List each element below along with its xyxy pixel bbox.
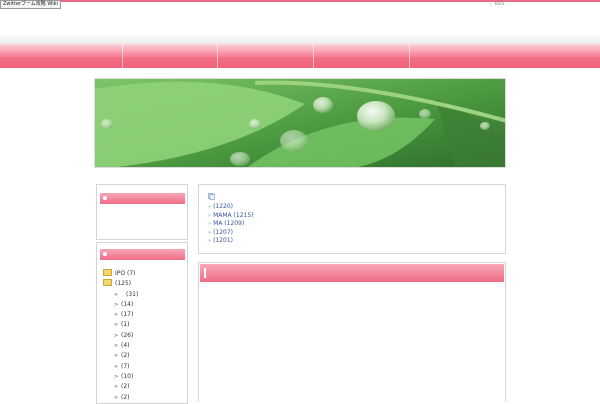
archive-item[interactable]: » (1201) — [208, 237, 253, 246]
arrow-icon: > — [114, 353, 119, 360]
arrow-icon: > — [114, 343, 119, 350]
folder-icon — [103, 269, 112, 276]
folder-icon — [103, 279, 112, 287]
monthly-archive-box: » (1220) » MAMA (1215) » MA (1209) » (1207) … — [198, 184, 506, 254]
rss-separator: | — [490, 1, 492, 7]
category-item[interactable]: IPO (7) — [103, 269, 136, 279]
bullet-icon — [103, 196, 107, 200]
nav-divider — [217, 44, 218, 68]
nav-divider — [122, 44, 123, 68]
categories-header — [100, 249, 185, 260]
arrow-icon: > — [114, 291, 119, 298]
rss-area: | RSS — [490, 1, 505, 8]
arrow-icon: > — [114, 394, 119, 401]
page-tab-title[interactable]: Zwitterブーム攻略 Wiki — [0, 0, 61, 9]
tab-title-text: Zwitterブーム攻略 Wiki — [3, 1, 58, 7]
bullet-icon — [103, 252, 107, 256]
subcategory-item[interactable]: > (26) — [114, 331, 147, 341]
nav-divider — [313, 44, 314, 68]
subcategory-item[interactable]: > (17) — [114, 310, 147, 320]
arrow-icon: > — [114, 384, 119, 391]
header-band — [0, 34, 600, 44]
archive-item[interactable]: » (1207) — [208, 229, 253, 238]
top-accent-line — [0, 0, 600, 2]
subcategory-item[interactable]: > (31) — [114, 290, 147, 300]
archive-link[interactable]: MA (1209) — [213, 220, 244, 227]
category-list: IPO (7) (125) > (31) > (14) > (17) > (1) > (2… — [101, 269, 138, 403]
archive-list: » (1220) » MAMA (1215) » MA (1209) » (1207) … — [208, 203, 253, 246]
main-content-box — [198, 262, 506, 402]
global-nav — [0, 44, 600, 68]
arrow-icon: » — [208, 212, 212, 219]
rss-link[interactable]: RSS — [495, 1, 505, 7]
subcategory-item[interactable]: > (14) — [114, 300, 147, 310]
subcategory-item[interactable]: > (2) — [114, 393, 147, 403]
arrow-icon: » — [208, 229, 212, 236]
archive-link[interactable]: (1220) — [213, 203, 233, 210]
archive-item[interactable]: » MAMA (1215) — [208, 212, 253, 221]
archive-item[interactable]: » (1220) — [208, 203, 253, 212]
arrow-icon: > — [114, 312, 119, 319]
subcategory-item[interactable]: > (4) — [114, 341, 147, 351]
arrow-icon: > — [114, 373, 119, 380]
arrow-icon: > — [114, 363, 119, 370]
archive-link[interactable]: (1207) — [213, 229, 233, 236]
sidebar-widget-top — [96, 184, 188, 240]
header-banner-image — [94, 78, 506, 168]
archive-link[interactable]: MAMA (1215) — [213, 212, 253, 219]
main-content-header — [200, 264, 504, 282]
subcategory-item[interactable]: > (10) — [114, 372, 147, 382]
subcategory-item[interactable]: > (2) — [114, 351, 147, 361]
arrow-icon: » — [208, 221, 212, 228]
arrow-icon: » — [208, 238, 212, 245]
header-marker-icon — [204, 268, 206, 278]
archive-item[interactable]: » MA (1209) — [208, 220, 253, 229]
arrow-icon: > — [114, 332, 119, 339]
category-item[interactable]: (125) — [103, 279, 136, 289]
subcategory-item[interactable]: > (2) — [114, 382, 147, 392]
subcategory-item[interactable]: > (7) — [114, 362, 147, 372]
subcategory-item[interactable]: > (1) — [114, 320, 147, 330]
sidebar-widget-header — [100, 193, 185, 204]
arrow-icon: > — [114, 322, 119, 329]
arrow-icon: » — [208, 204, 212, 210]
document-icon — [208, 193, 215, 200]
sidebar-categories: IPO (7) (125) > (31) > (14) > (17) > (1) > (2… — [96, 242, 188, 404]
archive-link[interactable]: (1201) — [213, 237, 233, 244]
arrow-icon: > — [114, 301, 119, 308]
nav-divider — [409, 44, 410, 68]
